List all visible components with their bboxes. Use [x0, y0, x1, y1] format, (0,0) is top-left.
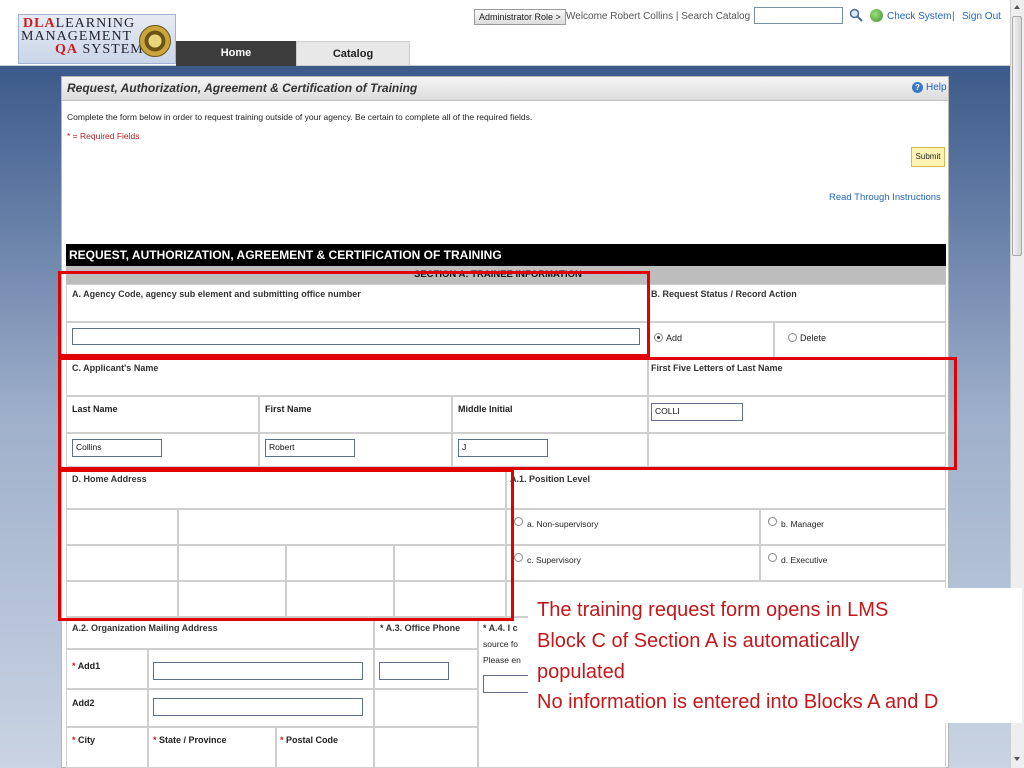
required-fields-note: * = Required Fields [67, 131, 140, 141]
page-title: Request, Authorization, Agreement & Cert… [67, 81, 418, 95]
position-nonsupervisory-radio[interactable] [514, 517, 523, 526]
a2-label-cell [66, 617, 374, 649]
status-delete-label: Delete [800, 333, 827, 343]
separator: | [952, 11, 955, 22]
block-d-highlight [58, 469, 514, 621]
position-nonsupervisory-label: a. Non-supervisory [527, 519, 599, 529]
search-catalog-input[interactable] [754, 7, 843, 24]
block-a-highlight [58, 271, 650, 357]
city-label-cell [66, 727, 148, 768]
postal-label-cell [276, 727, 374, 768]
check-system-link[interactable]: Check System [887, 11, 951, 22]
scroll-up-arrow-icon[interactable] [1010, 0, 1024, 14]
check-system-icon[interactable] [870, 9, 883, 22]
callout-line-4: No information is entered into Blocks A … [537, 691, 939, 713]
administrator-role-button[interactable]: Administrator Role > [474, 9, 566, 25]
a4-line-2: source fo [483, 639, 518, 649]
scroll-thumb[interactable] [1012, 16, 1022, 256]
position-executive-label: d. Executive [781, 555, 828, 565]
block-b-label: B. Request Status / Record Action [651, 289, 797, 299]
position-manager-label: b. Manager [781, 519, 824, 529]
state-label: * State / Province [153, 735, 227, 745]
empty-cell [374, 727, 478, 768]
form-title: REQUEST, AUTHORIZATION, AGREEMENT & CERT… [69, 248, 502, 262]
status-add-label: Add [666, 333, 683, 343]
dla-seal-icon [139, 25, 171, 57]
status-delete-radio[interactable] [788, 333, 797, 342]
help-icon[interactable]: ? [912, 82, 923, 93]
tab-home[interactable]: Home [176, 41, 296, 66]
search-icon[interactable] [849, 8, 863, 22]
a3-label: * A.3. Office Phone [380, 623, 461, 633]
submit-button[interactable]: Submit [911, 147, 945, 167]
add2-label-cell [66, 689, 148, 727]
office-phone-input[interactable] [379, 662, 449, 680]
block-c-highlight [58, 357, 957, 470]
tab-catalog[interactable]: Catalog [296, 41, 410, 66]
position-executive-radio[interactable] [768, 553, 777, 562]
a3-label-cell [374, 617, 478, 649]
position-supervisory-radio[interactable] [514, 553, 523, 562]
add1-input[interactable] [153, 662, 363, 680]
city-label: * City [72, 735, 96, 745]
a1-label: A.1. Position Level [510, 474, 591, 484]
a4-label: * A.4. I c [483, 623, 518, 633]
status-add-radio[interactable] [654, 333, 663, 342]
add2-input[interactable] [153, 698, 363, 716]
callout-line-3: populated [537, 661, 625, 683]
sign-out-link[interactable]: Sign Out [962, 11, 1001, 22]
dla-logo[interactable]: DLALEARNING MANAGEMENT QA SYSTEM [18, 14, 176, 64]
help-link[interactable]: Help [926, 82, 947, 93]
intro-text: Complete the form below in order to requ… [67, 112, 533, 122]
logo-line-3: QA SYSTEM [55, 42, 144, 57]
a4-input[interactable] [483, 675, 529, 693]
welcome-text: Welcome Robert Collins | Search Catalog [566, 11, 751, 22]
read-through-instructions-link[interactable]: Read Through Instructions [829, 192, 941, 203]
scroll-down-arrow-icon[interactable] [1010, 752, 1024, 766]
a4-line-3: Please en [483, 655, 521, 665]
a2-label: A.2. Organization Mailing Address [72, 623, 218, 633]
position-supervisory-label: c. Supervisory [527, 555, 581, 565]
callout-line-1: The training request form opens in LMS [537, 599, 889, 621]
callout-line-2: Block C of Section A is automatically [537, 630, 860, 652]
position-manager-radio[interactable] [768, 517, 777, 526]
add2-label: Add2 [72, 698, 95, 708]
postal-code-label: * Postal Code [280, 735, 339, 745]
add1-label: * Add1 [72, 661, 101, 671]
state-label-cell [148, 727, 276, 768]
empty-cell [374, 689, 478, 727]
